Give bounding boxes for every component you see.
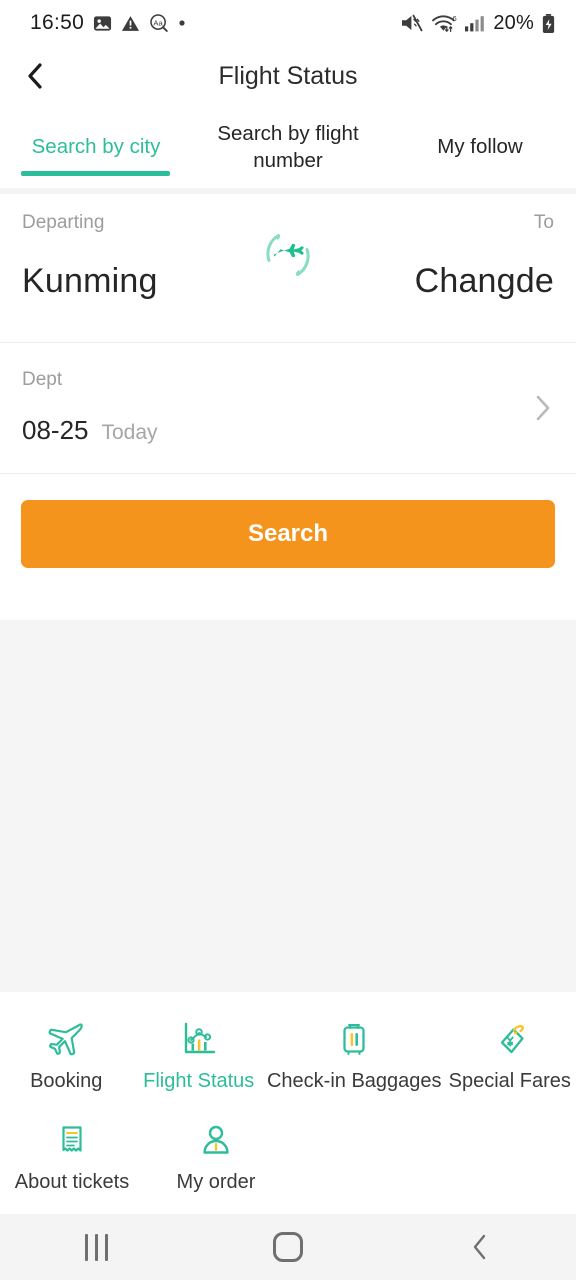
title-bar: Flight Status <box>0 46 576 106</box>
android-back-button[interactable] <box>420 1214 540 1280</box>
menu-item-checkin-baggages[interactable]: Check-in Baggages <box>265 1006 444 1107</box>
departure-field[interactable]: Departing Kunming <box>22 194 158 301</box>
home-button[interactable] <box>228 1214 348 1280</box>
content-empty-area <box>0 620 576 992</box>
menu-label: Special Fares <box>448 1070 571 1092</box>
dot-icon <box>178 19 186 27</box>
back-button[interactable] <box>0 46 70 106</box>
home-icon <box>273 1232 303 1262</box>
arrival-field[interactable]: To Changde <box>415 194 554 301</box>
recents-icon <box>84 1233 108 1261</box>
search-button[interactable]: Search <box>21 500 555 568</box>
svg-text:6: 6 <box>453 14 457 23</box>
menu-label: About tickets <box>14 1171 130 1193</box>
bottom-menu-row-1: Booking Flight Status Check-in Baggages … <box>0 1006 576 1107</box>
signal-bars-icon <box>464 13 486 33</box>
android-nav-bar <box>0 1214 576 1280</box>
svg-text:Aa: Aa <box>153 18 163 27</box>
menu-item-empty-2 <box>432 1107 576 1208</box>
person-icon <box>195 1119 237 1161</box>
status-time: 16:50 <box>30 11 85 34</box>
tab-search-by-flight-number[interactable]: Search by flight number <box>192 106 384 188</box>
search-button-wrap: Search <box>0 474 576 568</box>
swap-plane-icon <box>257 224 319 286</box>
bottom-menu-row-2: About tickets My order <box>0 1107 576 1208</box>
receipt-icon <box>51 1119 93 1161</box>
swap-button[interactable] <box>257 224 319 286</box>
plane-icon <box>45 1018 87 1060</box>
tab-search-by-city[interactable]: Search by city <box>0 106 192 188</box>
menu-label: My order <box>176 1171 256 1193</box>
status-bar-left: 16:50 Aa <box>30 11 186 35</box>
date-relative: Today <box>101 421 158 444</box>
price-tag-icon <box>489 1018 531 1060</box>
route-selector: Departing Kunming To Changde <box>0 194 576 342</box>
tab-label: My follow <box>437 135 523 159</box>
date-label: Dept <box>22 369 63 390</box>
page-title: Flight Status <box>218 61 358 90</box>
menu-item-flight-status[interactable]: Flight Status <box>132 1006 264 1107</box>
battery-percent: 20% <box>493 11 534 34</box>
font-size-icon: Aa <box>149 13 169 33</box>
photo-icon <box>93 14 112 33</box>
mute-icon <box>400 13 424 33</box>
warning-icon <box>121 14 140 33</box>
battery-charging-icon <box>541 13 556 34</box>
recents-button[interactable] <box>36 1214 156 1280</box>
menu-item-empty-1 <box>288 1107 432 1208</box>
departure-label: Departing <box>22 212 105 233</box>
status-bar: 16:50 Aa 6 20% <box>0 0 576 46</box>
arrival-city: Changde <box>414 262 554 300</box>
date-value: 08-25 <box>22 415 89 445</box>
wifi-6-icon: 6 <box>431 13 457 34</box>
bottom-menu: Booking Flight Status Check-in Baggages … <box>0 992 576 1214</box>
menu-label: Booking <box>30 1070 103 1092</box>
menu-item-booking[interactable]: Booking <box>0 1006 132 1107</box>
card-bottom-spacer <box>0 568 576 620</box>
chevron-right-icon <box>534 394 552 422</box>
menu-item-my-order[interactable]: My order <box>144 1107 288 1208</box>
search-form-card: Departing Kunming To Changde Dept 08-25 … <box>0 194 576 620</box>
tab-bar: Search by city Search by flight number M… <box>0 106 576 188</box>
menu-label: Flight Status <box>143 1070 255 1092</box>
menu-item-special-fares[interactable]: Special Fares <box>444 1006 576 1107</box>
menu-item-about-tickets[interactable]: About tickets <box>0 1107 144 1208</box>
tab-active-indicator <box>21 171 170 176</box>
arrival-label: To <box>533 212 554 233</box>
app-screen: 16:50 Aa 6 20% Flight Status Search by c… <box>0 0 576 1280</box>
tab-label: Search by city <box>31 135 161 159</box>
departure-city: Kunming <box>22 262 158 300</box>
chevron-left-icon <box>23 61 47 91</box>
chart-icon <box>178 1018 220 1060</box>
status-bar-right: 6 20% <box>400 12 556 35</box>
tab-my-follow[interactable]: My follow <box>384 106 576 188</box>
menu-label: Check-in Baggages <box>266 1070 442 1092</box>
date-line: 08-25 Today <box>22 415 554 446</box>
tab-label: Search by flight number <box>217 121 359 172</box>
date-field[interactable]: Dept 08-25 Today <box>0 343 576 473</box>
suitcase-icon <box>333 1018 375 1060</box>
back-icon <box>469 1232 491 1262</box>
